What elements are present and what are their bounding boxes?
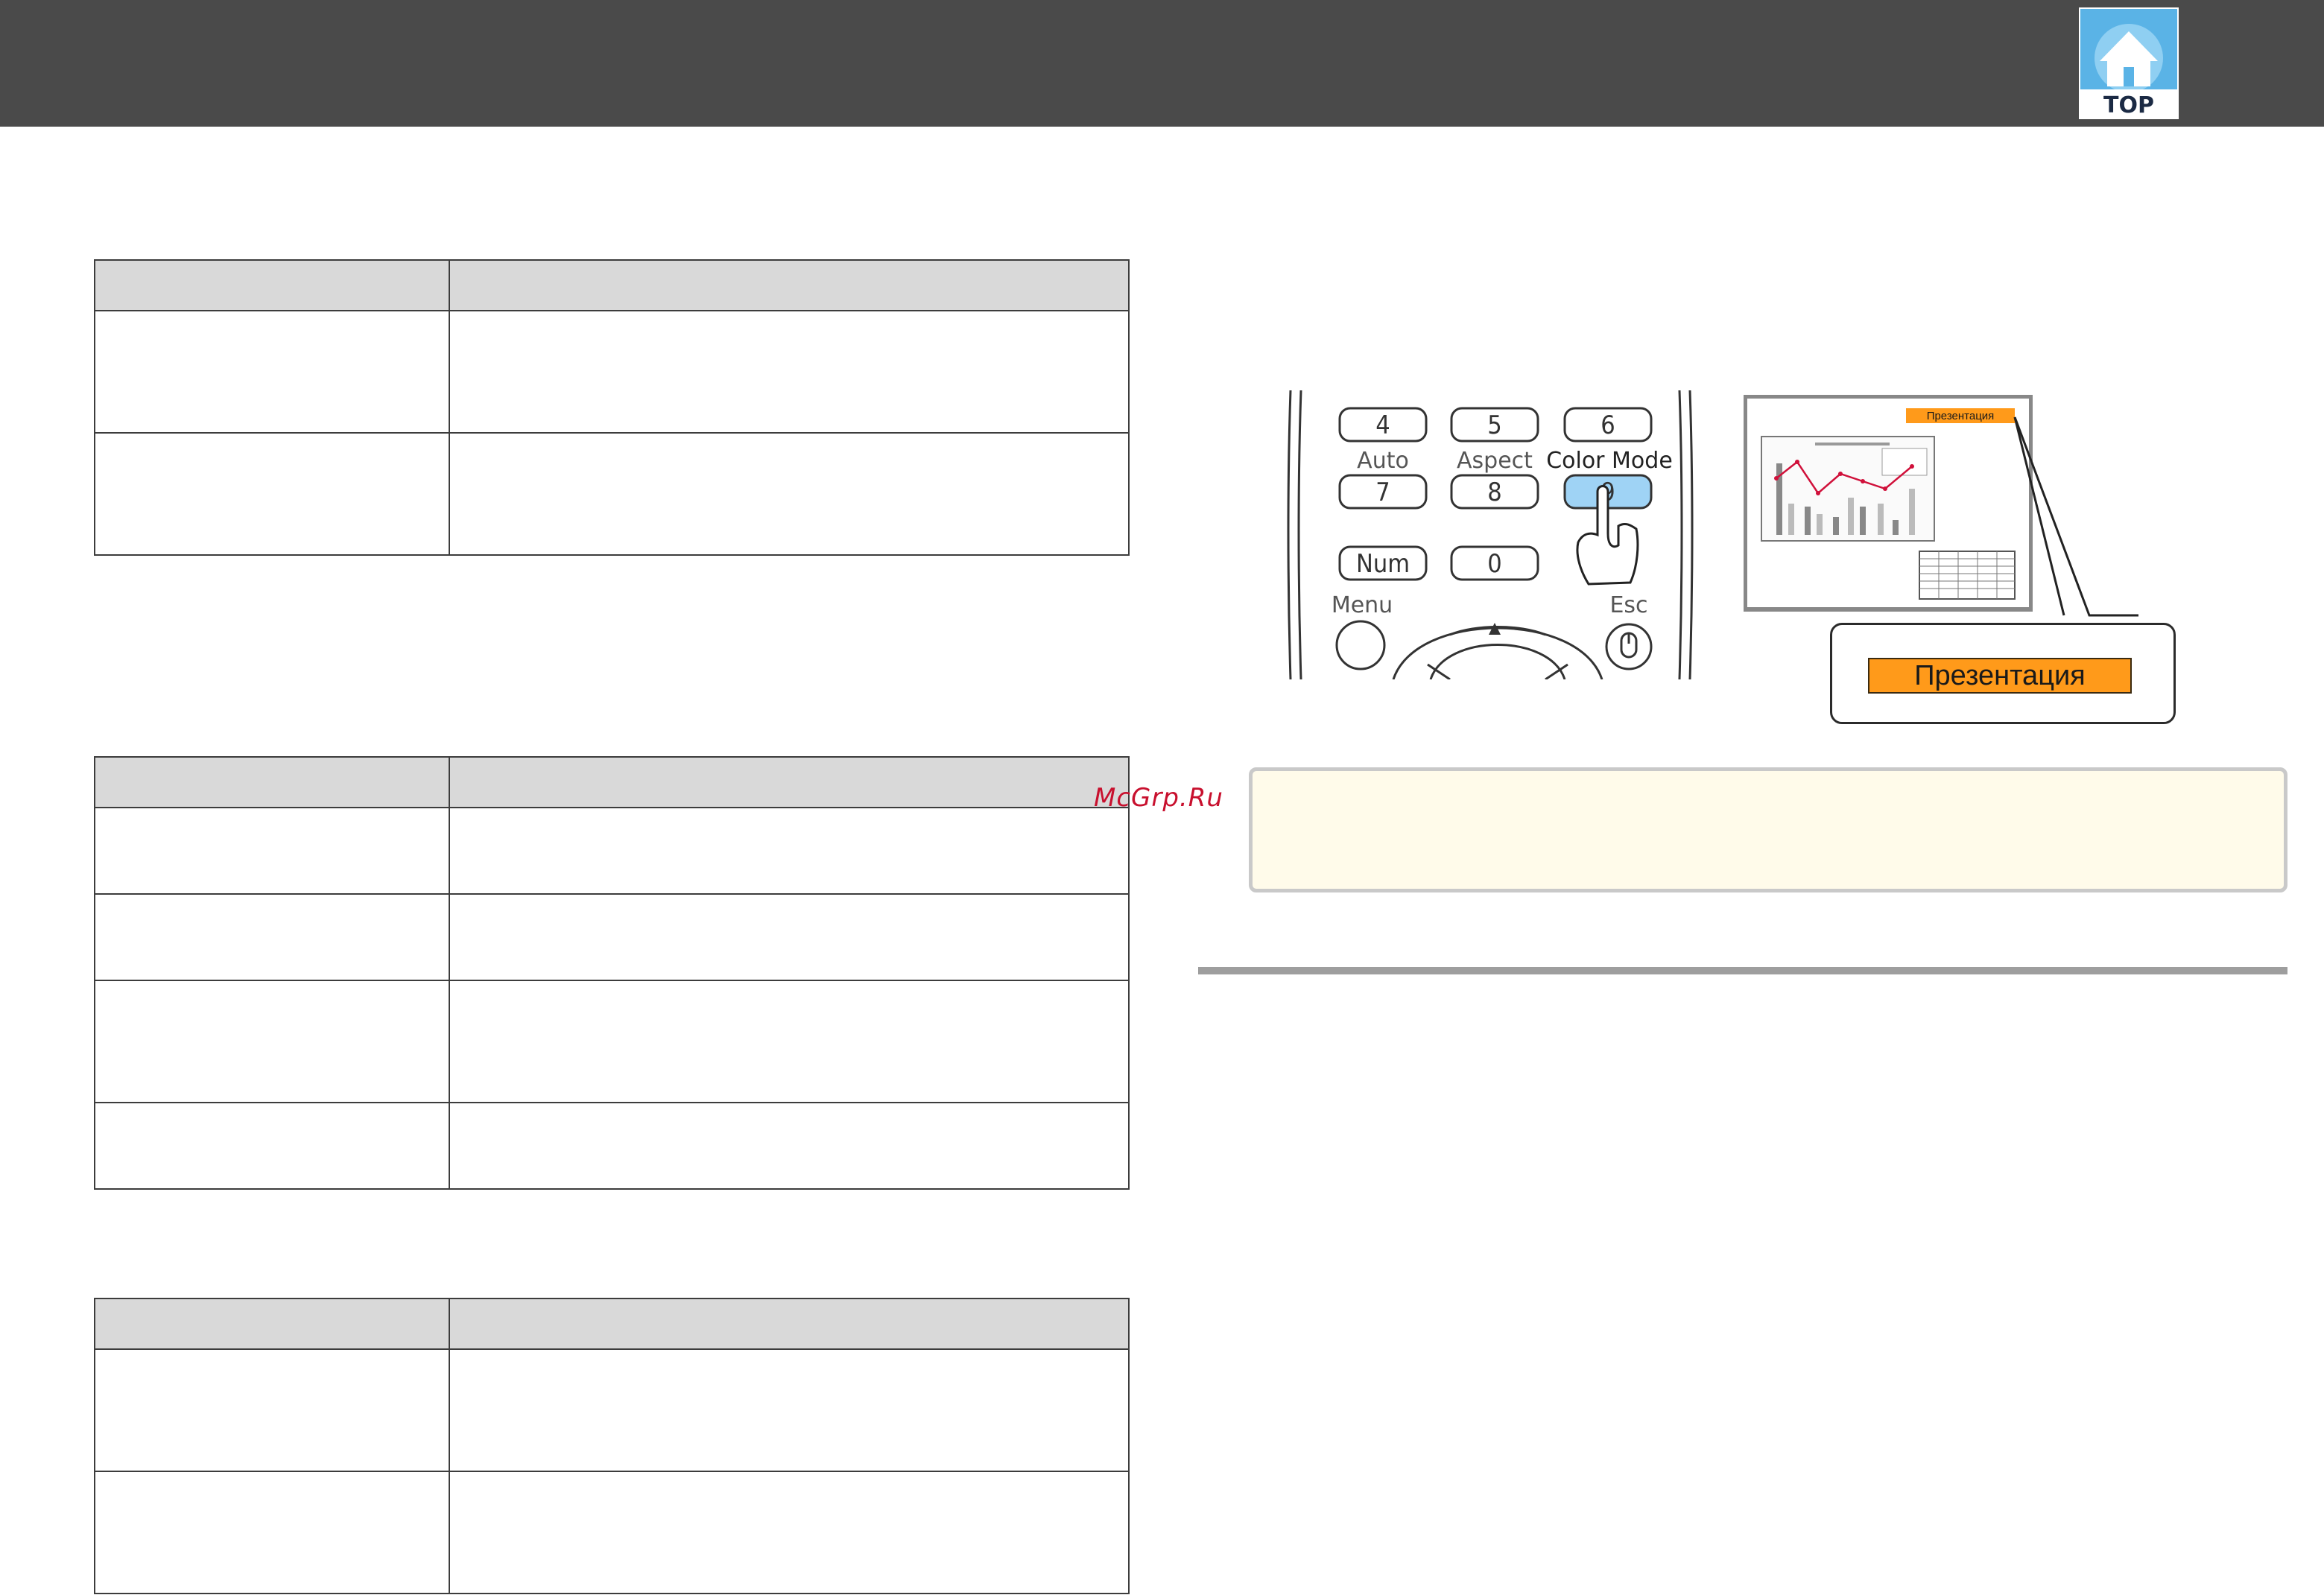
table-cell bbox=[94, 980, 450, 1103]
table-row bbox=[94, 980, 1130, 1103]
table-cell bbox=[94, 432, 450, 556]
table-cell bbox=[449, 807, 1130, 895]
menu-label: Menu bbox=[1332, 592, 1393, 618]
table-cell bbox=[94, 893, 450, 981]
key-7-label: 7 bbox=[1375, 478, 1390, 507]
table-cell bbox=[449, 980, 1130, 1103]
key-4-label: 4 bbox=[1375, 410, 1390, 440]
auto-label: Auto bbox=[1357, 448, 1409, 474]
table-header-row bbox=[94, 756, 1130, 808]
callout-pointer-lines bbox=[2013, 416, 2138, 617]
table-cell bbox=[94, 807, 450, 895]
table-cell bbox=[94, 310, 450, 434]
key-6-label: 6 bbox=[1600, 410, 1615, 440]
spec-table-3 bbox=[94, 1298, 1130, 1594]
table-cell bbox=[449, 432, 1130, 556]
key-8-label: 8 bbox=[1487, 478, 1501, 507]
table-cell bbox=[94, 1102, 450, 1190]
screen-mode-badge: Презентация bbox=[1927, 410, 1995, 422]
table-row bbox=[94, 432, 1130, 556]
direction-pad[interactable] bbox=[1392, 627, 1603, 679]
table-header-cell bbox=[449, 1298, 1130, 1350]
spec-table-2 bbox=[94, 756, 1130, 1190]
key-0-label: 0 bbox=[1487, 549, 1501, 579]
table-cell bbox=[449, 1471, 1130, 1594]
note-box bbox=[1249, 767, 2287, 892]
table-cell bbox=[449, 310, 1130, 434]
table-header-cell bbox=[94, 1298, 450, 1350]
watermark: McGrp.Ru bbox=[1094, 783, 1223, 813]
table-cell bbox=[449, 1102, 1130, 1190]
table-cell bbox=[449, 1348, 1130, 1472]
remote-control-illustration: 4 5 6 7 8 9 Num 0 Auto Aspect Color Mode… bbox=[1287, 390, 1694, 679]
menu-button[interactable] bbox=[1335, 620, 1386, 670]
top-button-label: TOP bbox=[2103, 92, 2154, 118]
table-header-cell bbox=[449, 756, 1130, 808]
top-home-button[interactable]: TOP bbox=[2079, 7, 2179, 119]
table-cell bbox=[94, 1348, 450, 1472]
projected-screen-illustration: Презентация bbox=[1744, 395, 2033, 612]
table-header-row bbox=[94, 259, 1130, 311]
header-bar bbox=[0, 0, 2324, 127]
table-row bbox=[94, 1348, 1130, 1472]
callout-mode-label: Презентация bbox=[1868, 658, 2132, 694]
table-cell bbox=[449, 893, 1130, 981]
esc-button[interactable] bbox=[1605, 623, 1653, 670]
callout-box: Презентация bbox=[1830, 623, 2176, 724]
section-divider bbox=[1198, 967, 2287, 974]
table-row bbox=[94, 893, 1130, 981]
table-header-cell bbox=[449, 259, 1130, 311]
table-cell bbox=[94, 1471, 450, 1594]
color-mode-label: Color Mode bbox=[1546, 448, 1673, 474]
esc-label: Esc bbox=[1609, 592, 1647, 618]
table-header-cell bbox=[94, 259, 450, 311]
table-row bbox=[94, 310, 1130, 434]
key-num-label: Num bbox=[1356, 549, 1410, 579]
table-row bbox=[94, 807, 1130, 895]
table-header-row bbox=[94, 1298, 1130, 1350]
spec-table-1 bbox=[94, 259, 1130, 556]
aspect-label: Aspect bbox=[1457, 448, 1533, 474]
table-row bbox=[94, 1471, 1130, 1594]
table-header-cell bbox=[94, 756, 450, 808]
table-row bbox=[94, 1102, 1130, 1190]
key-5-label: 5 bbox=[1487, 410, 1501, 440]
